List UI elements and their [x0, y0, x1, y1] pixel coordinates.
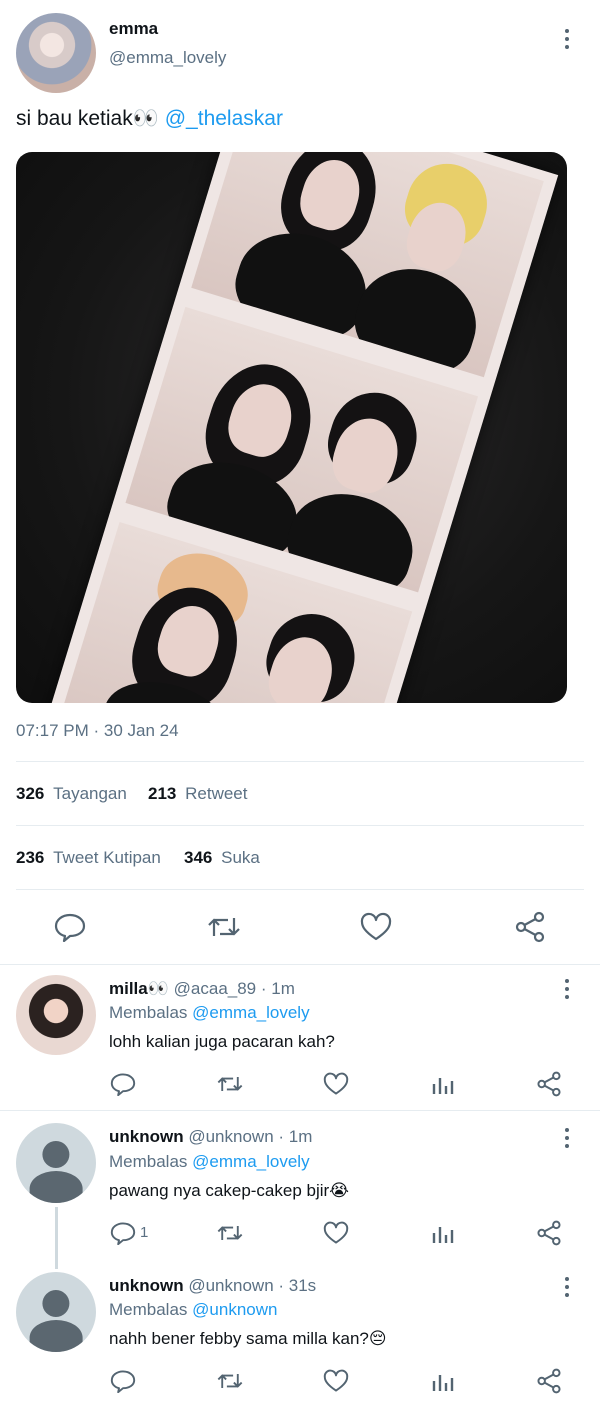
stat-likes-count: 346 [184, 848, 213, 867]
replying-label: Membalas [109, 1003, 188, 1022]
retweet-icon[interactable] [216, 1221, 244, 1245]
reply-icon[interactable] [110, 1072, 136, 1096]
reply-avatar[interactable] [16, 1123, 96, 1203]
analytics-icon[interactable] [431, 1072, 455, 1096]
reply-icon[interactable] [54, 912, 86, 942]
share-icon[interactable] [536, 1368, 562, 1394]
share-icon[interactable] [536, 1220, 562, 1246]
reply-handle-time[interactable]: @unknown · 31s [188, 1276, 316, 1295]
stat-quotes-count: 236 [16, 848, 45, 867]
stat-views-label: Tayangan [53, 784, 127, 803]
analytics-icon[interactable] [431, 1221, 455, 1245]
divider [16, 761, 584, 762]
more-icon[interactable] [564, 29, 570, 49]
stat-likes[interactable]: 346 Suka [184, 848, 260, 868]
stat-views: 326 Tayangan [16, 784, 127, 804]
reply-header: unknown @unknown · 31s [109, 1276, 316, 1296]
reply-avatar[interactable] [16, 975, 96, 1055]
author-avatar[interactable] [16, 13, 96, 93]
reply-author-name[interactable]: milla👀 [109, 979, 169, 998]
replying-label: Membalas [109, 1300, 188, 1319]
reply-header: unknown @unknown · 1m [109, 1127, 312, 1147]
tweet-body: si bau ketiak👀 [16, 107, 159, 130]
reply-text: lohh kalian juga pacaran kah? [109, 1032, 335, 1051]
reply-text: nahh bener febby sama milla kan?😔 [109, 1329, 387, 1348]
stat-retweets-count: 213 [148, 784, 177, 803]
replying-to-handle[interactable]: @unknown [192, 1300, 277, 1319]
reply-header: milla👀 @acaa_89 · 1m [109, 979, 295, 999]
like-icon[interactable] [360, 912, 392, 942]
stat-retweets[interactable]: 213 Retweet [148, 784, 247, 804]
tweet-timestamp: 07:17 PM · 30 Jan 24 [16, 721, 179, 740]
more-icon[interactable] [564, 1128, 570, 1148]
replying-to-handle[interactable]: @emma_lovely [192, 1003, 309, 1022]
stat-quotes[interactable]: 236 Tweet Kutipan [16, 848, 161, 868]
analytics-icon[interactable] [431, 1369, 455, 1393]
divider [16, 825, 584, 826]
retweet-icon[interactable] [206, 912, 242, 942]
stat-quotes-label: Tweet Kutipan [53, 848, 161, 867]
reply-author-name[interactable]: unknown [109, 1276, 184, 1295]
reply-author-name[interactable]: unknown [109, 1127, 184, 1146]
stat-retweets-label: Retweet [185, 784, 248, 803]
replying-to: Membalas @emma_lovely [109, 1152, 310, 1172]
reply-handle-time[interactable]: @acaa_89 · 1m [174, 979, 295, 998]
replying-to: Membalas @unknown [109, 1300, 277, 1320]
more-icon[interactable] [564, 1277, 570, 1297]
retweet-icon[interactable] [216, 1072, 244, 1096]
share-icon[interactable] [514, 911, 546, 943]
like-icon[interactable] [323, 1369, 349, 1393]
tweet-mention[interactable]: @_thelaskar [165, 107, 283, 130]
divider [0, 964, 600, 965]
photo-strip [43, 152, 559, 703]
thread-line [55, 1207, 58, 1269]
replying-to: Membalas @emma_lovely [109, 1003, 310, 1023]
retweet-icon[interactable] [216, 1369, 244, 1393]
like-icon[interactable] [323, 1221, 349, 1245]
like-icon[interactable] [323, 1072, 349, 1096]
reply-avatar[interactable] [16, 1272, 96, 1352]
reply-icon[interactable] [110, 1221, 136, 1245]
author-name[interactable]: emma [109, 19, 158, 39]
stat-views-count: 326 [16, 784, 45, 803]
more-icon[interactable] [564, 979, 570, 999]
reply-count: 1 [140, 1224, 149, 1241]
replying-to-handle[interactable]: @emma_lovely [192, 1152, 309, 1171]
reply-icon[interactable] [110, 1369, 136, 1393]
stat-likes-label: Suka [221, 848, 260, 867]
share-icon[interactable] [536, 1071, 562, 1097]
divider [0, 1110, 600, 1111]
tweet-text: si bau ketiak👀 @_thelaskar [16, 107, 283, 131]
reply-text: pawang nya cakep-cakep bjir😭 [109, 1181, 350, 1200]
tweet-photo[interactable] [16, 152, 567, 703]
replying-label: Membalas [109, 1152, 188, 1171]
reply-handle-time[interactable]: @unknown · 1m [188, 1127, 312, 1146]
divider [16, 889, 584, 890]
author-handle[interactable]: @emma_lovely [109, 48, 226, 68]
